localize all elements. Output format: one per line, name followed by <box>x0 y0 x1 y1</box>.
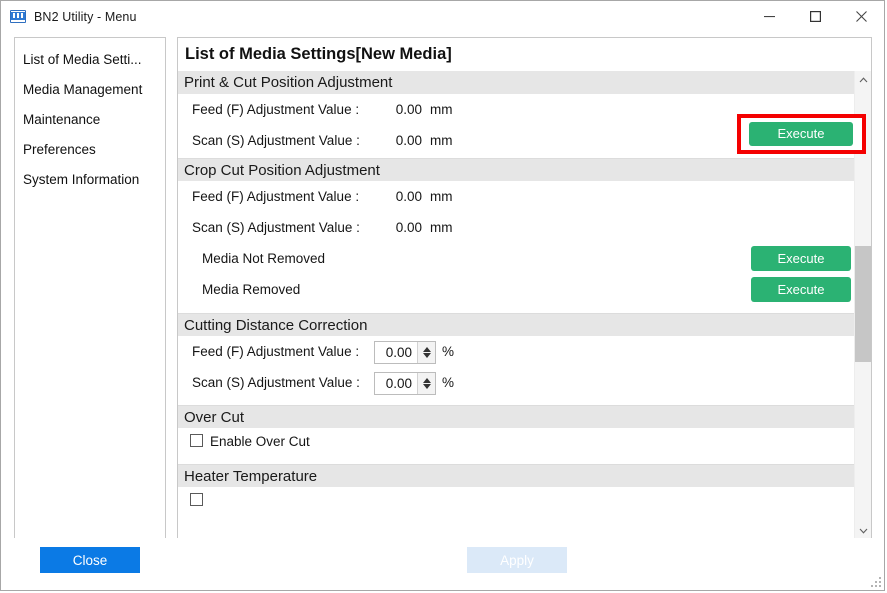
bn2-app-icon <box>10 9 26 25</box>
scan-adjustment-spinner[interactable]: 0.00 <box>374 372 436 395</box>
row-media-removed: Media Removed Execute <box>178 274 856 305</box>
minimize-button[interactable] <box>746 1 792 32</box>
scrollbar-thumb[interactable] <box>855 246 871 362</box>
row-crop-cut-feed: Feed (F) Adjustment Value : 0.00 mm <box>178 181 856 212</box>
spinner-down-icon[interactable] <box>422 353 431 358</box>
enable-over-cut-label: Enable Over Cut <box>210 434 310 449</box>
sidebar-nav: List of Media Setti... Media Management … <box>14 37 166 540</box>
feed-spinner-buttons[interactable] <box>417 342 435 363</box>
row-value-feed: 0.00 <box>395 189 422 204</box>
scrollbar-down-button[interactable] <box>855 522 871 539</box>
section-body-cutting-distance: Feed (F) Adjustment Value : 0.00 % Scan … <box>178 336 856 405</box>
row-cutting-distance-feed: Feed (F) Adjustment Value : 0.00 % <box>178 336 856 367</box>
chevron-up-icon <box>859 76 867 82</box>
scan-spinner-buttons[interactable] <box>417 373 435 394</box>
row-label-feed: Feed (F) Adjustment Value : <box>192 102 360 117</box>
row-unit-feed: mm <box>430 102 453 117</box>
maximize-button[interactable] <box>792 1 838 32</box>
row-unit-scan: mm <box>430 220 453 235</box>
section-body-over-cut: Enable Over Cut <box>178 428 856 464</box>
section-header-over-cut: Over Cut <box>178 405 856 428</box>
row-label-scan: Scan (S) Adjustment Value : <box>192 375 360 390</box>
scan-adjustment-value[interactable]: 0.00 <box>375 373 417 394</box>
sidebar-item-media-management[interactable]: Media Management <box>15 75 165 105</box>
apply-button: Apply <box>467 547 567 573</box>
row-label-media-removed: Media Removed <box>202 282 301 297</box>
section-header-cutting-distance: Cutting Distance Correction <box>178 313 856 336</box>
scrollbar-up-button[interactable] <box>855 71 871 88</box>
window-controls <box>746 1 884 32</box>
row-heater-clipped[interactable] <box>178 487 856 515</box>
application-window: BN2 Utility - Menu List of Media Setti..… <box>0 0 885 591</box>
section-body-heater-temperature <box>178 487 856 527</box>
row-label-feed: Feed (F) Adjustment Value : <box>192 189 360 204</box>
feed-adjustment-spinner[interactable]: 0.00 <box>374 341 436 364</box>
chevron-down-icon <box>859 528 867 534</box>
title-bar: BN2 Utility - Menu <box>1 1 884 32</box>
close-icon <box>855 11 867 22</box>
close-button[interactable] <box>838 1 884 32</box>
enable-over-cut-checkbox[interactable] <box>190 434 203 447</box>
row-label-media-not-removed: Media Not Removed <box>202 251 326 266</box>
row-crop-cut-scan: Scan (S) Adjustment Value : 0.00 mm <box>178 212 856 243</box>
page-title: List of Media Settings[New Media] <box>178 38 871 71</box>
row-media-not-removed: Media Not Removed Execute <box>178 243 856 274</box>
window-title: BN2 Utility - Menu <box>34 9 137 24</box>
section-header-heater-temperature: Heater Temperature <box>178 464 856 487</box>
execute-button-media-removed[interactable]: Execute <box>751 277 851 302</box>
section-body-crop-cut-position: Feed (F) Adjustment Value : 0.00 mm Scan… <box>178 181 856 313</box>
row-enable-over-cut[interactable]: Enable Over Cut <box>178 428 856 456</box>
minimize-icon <box>763 16 775 18</box>
footer-bar: Close Apply <box>1 538 884 590</box>
sidebar-item-preferences[interactable]: Preferences <box>15 135 165 165</box>
row-label-scan: Scan (S) Adjustment Value : <box>192 220 360 235</box>
sidebar-item-system-information[interactable]: System Information <box>15 165 165 195</box>
row-cutting-distance-scan: Scan (S) Adjustment Value : 0.00 % <box>178 367 856 398</box>
row-value-feed: 0.00 <box>395 102 422 117</box>
section-header-crop-cut-position: Crop Cut Position Adjustment <box>178 158 856 181</box>
row-value-scan: 0.00 <box>395 133 422 148</box>
maximize-icon <box>809 11 821 22</box>
row-value-scan: 0.00 <box>395 220 422 235</box>
execute-button-media-not-removed[interactable]: Execute <box>751 246 851 271</box>
row-unit-feed: mm <box>430 189 453 204</box>
close-dialog-button[interactable]: Close <box>40 547 140 573</box>
row-unit-scan: % <box>442 375 455 390</box>
row-label-scan: Scan (S) Adjustment Value : <box>192 133 360 148</box>
feed-adjustment-value[interactable]: 0.00 <box>375 342 417 363</box>
resize-grip[interactable] <box>870 576 882 588</box>
execute-button-print-cut-position[interactable]: Execute <box>749 122 853 146</box>
row-unit-scan: mm <box>430 133 453 148</box>
sidebar-item-list-of-media-settings[interactable]: List of Media Setti... <box>15 45 165 75</box>
main-panel: List of Media Settings[New Media] Print … <box>177 37 872 540</box>
heater-temperature-checkbox[interactable] <box>190 493 203 506</box>
sidebar-item-maintenance[interactable]: Maintenance <box>15 105 165 135</box>
spinner-up-icon[interactable] <box>422 378 431 383</box>
section-header-print-cut-position: Print & Cut Position Adjustment <box>178 71 856 94</box>
row-unit-feed: % <box>442 344 455 359</box>
row-label-feed: Feed (F) Adjustment Value : <box>192 344 360 359</box>
spinner-down-icon[interactable] <box>422 384 431 389</box>
spinner-up-icon[interactable] <box>422 347 431 352</box>
